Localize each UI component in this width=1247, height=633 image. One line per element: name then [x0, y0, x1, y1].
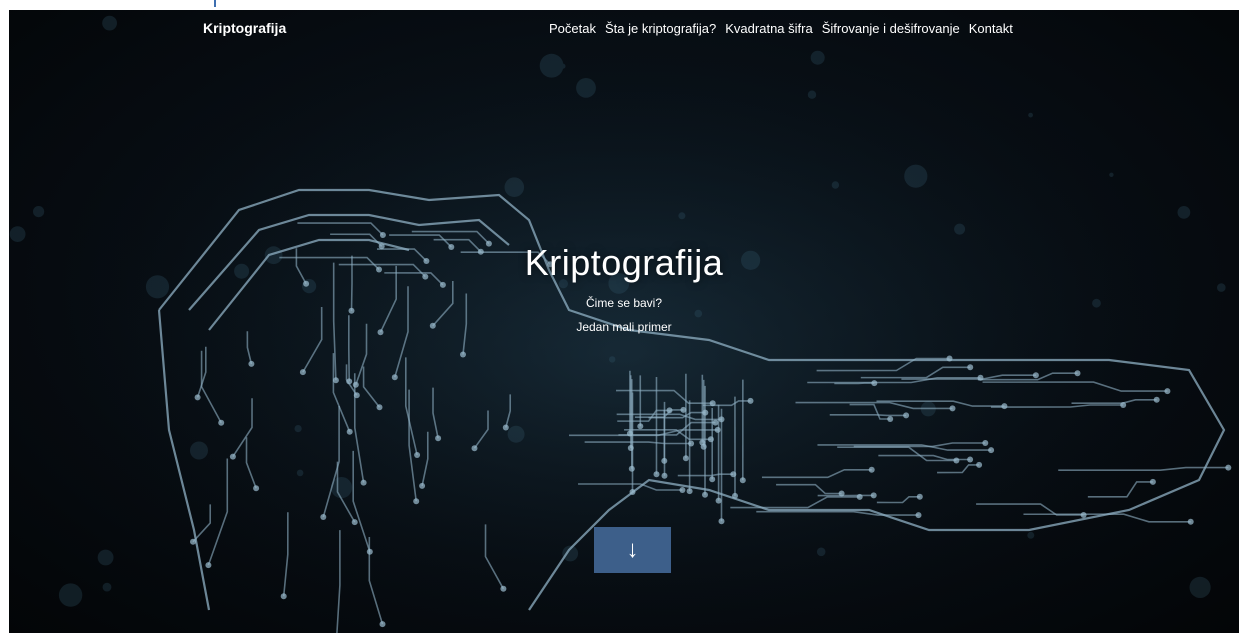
nav-link-sifrovanje-i-desifrovanje[interactable]: Šifrovanje i dešifrovanje — [822, 21, 960, 36]
top-strip — [0, 0, 1247, 10]
hero-section: Kriptografija Početak Šta je kriptografi… — [9, 10, 1239, 633]
arrow-down-icon: ↓ — [626, 536, 639, 563]
nav-links: Početak Šta je kriptografija? Kvadratna … — [549, 21, 1013, 36]
brand-link[interactable]: Kriptografija — [203, 20, 286, 36]
hero-title: Kriptografija — [524, 242, 724, 283]
hero-content: Kriptografija Čime se bavi? Jedan mali p… — [9, 242, 1239, 334]
nav-link-kontakt[interactable]: Kontakt — [969, 21, 1013, 36]
nav-link-kvadratna-sifra[interactable]: Kvadratna šifra — [725, 21, 812, 36]
hero-link-cime-se-bavi[interactable]: Čime se bavi? — [9, 296, 1239, 310]
scroll-down-button[interactable]: ↓ — [594, 527, 671, 573]
cursor-mark — [214, 0, 216, 7]
hero-link-jedan-mali-primer[interactable]: Jedan mali primer — [9, 320, 1239, 334]
nav-link-pocetak[interactable]: Početak — [549, 21, 596, 36]
nav-link-sta-je-kriptografija[interactable]: Šta je kriptografija? — [605, 21, 716, 36]
navbar: Kriptografija Početak Šta je kriptografi… — [9, 10, 1239, 50]
